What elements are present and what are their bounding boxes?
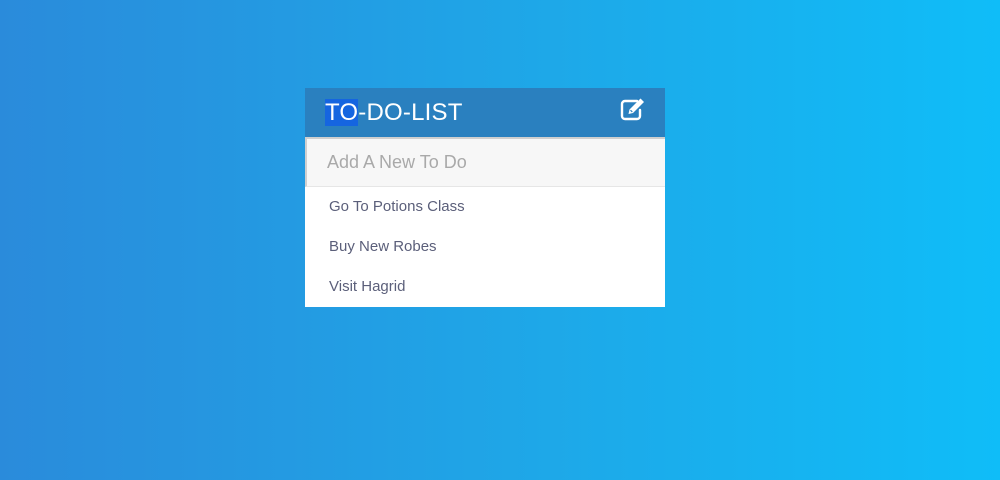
todo-card: TO-DO-LIST Go To Potions Class Buy New R… — [305, 88, 665, 307]
todo-header: TO-DO-LIST — [305, 88, 665, 137]
app-title: TO-DO-LIST — [325, 99, 463, 126]
app-title-selected-text: TO — [325, 99, 359, 126]
todo-item[interactable]: Go To Potions Class — [305, 187, 665, 227]
pencil-square-icon-svg — [620, 98, 644, 121]
new-todo-input[interactable] — [305, 137, 665, 187]
app-title-text: -DO-LIST — [358, 99, 463, 126]
todo-list: Go To Potions Class Buy New Robes Visit … — [305, 187, 665, 307]
pencil-square-icon[interactable] — [620, 97, 646, 121]
todo-item[interactable]: Buy New Robes — [305, 227, 665, 267]
todo-item[interactable]: Visit Hagrid — [305, 267, 665, 307]
